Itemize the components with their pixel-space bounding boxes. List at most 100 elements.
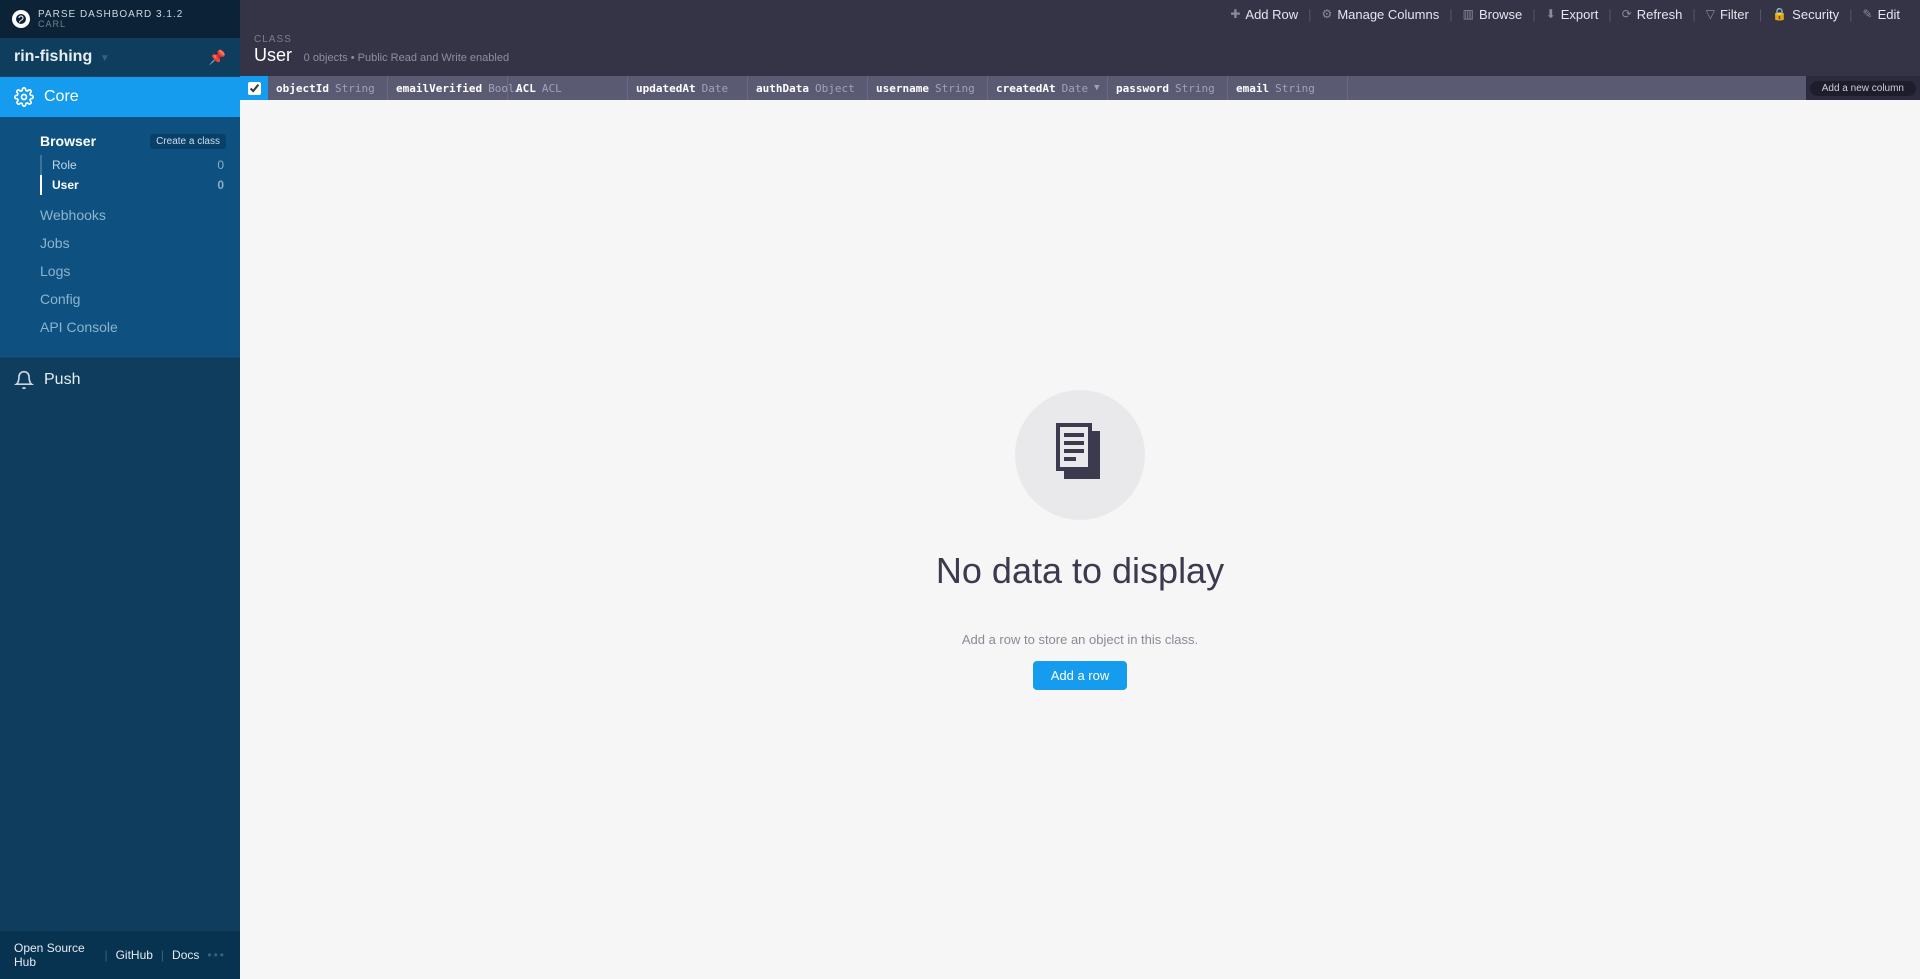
column-name: email [1236, 82, 1269, 95]
column-name: password [1116, 82, 1169, 95]
empty-icon [1015, 390, 1145, 520]
select-all-checkbox[interactable] [240, 76, 268, 100]
column-header-createdAt[interactable]: createdAt Date ▼ [988, 76, 1108, 100]
column-type: String [1275, 82, 1315, 95]
tb-label: Security [1792, 7, 1839, 22]
app-name: rin-fishing [14, 48, 92, 65]
create-class-button[interactable]: Create a class [150, 134, 226, 149]
empty-subtitle: Add a row to store an object in this cla… [962, 632, 1198, 647]
column-name: emailVerified [396, 82, 482, 95]
push-icon [14, 370, 34, 390]
column-header-password[interactable]: password String [1108, 76, 1228, 100]
core-icon [14, 87, 34, 107]
column-header-authData[interactable]: authData Object [748, 76, 868, 100]
tb-label: Browse [1479, 7, 1522, 22]
column-type: Object [815, 82, 855, 95]
export-icon: ⬇ [1546, 7, 1556, 21]
column-type: String [1175, 82, 1215, 95]
browse-icon: ▥ [1463, 7, 1474, 21]
column-type: String [335, 82, 375, 95]
tb-label: Edit [1878, 7, 1900, 22]
footer-more-icon[interactable]: ••• [207, 948, 226, 962]
manage-columns-button[interactable]: ⚙ Manage Columns [1312, 7, 1450, 22]
class-label: CLASS [254, 34, 1906, 45]
filter-button[interactable]: ▽ Filter [1696, 7, 1759, 22]
tb-label: Export [1561, 7, 1599, 22]
sidebar: PARSE DASHBOARD 3.1.2 CARL rin-fishing ▼… [0, 0, 240, 979]
footer-docs-link[interactable]: Docs [172, 948, 199, 962]
column-header-ACL[interactable]: ACL ACL [508, 76, 628, 100]
gear-icon: ⚙ [1322, 7, 1333, 21]
nav-api-console[interactable]: API Console [0, 313, 240, 341]
column-type: Date [702, 82, 729, 95]
column-name: createdAt [996, 82, 1056, 95]
main: ✚Add Row | ⚙Manage Columns | ▥Browse | ⬇… [240, 0, 1920, 979]
brand: PARSE DASHBOARD 3.1.2 CARL [0, 0, 240, 38]
class-item-name: User [52, 178, 79, 192]
edit-button[interactable]: ✎ Edit [1853, 7, 1910, 22]
sort-desc-icon: ▼ [1094, 83, 1099, 93]
subnav-browser: Browser Create a class Role 0 User 0 Web… [0, 117, 240, 357]
lock-icon: 🔒 [1772, 7, 1787, 21]
column-header-email[interactable]: email String [1228, 76, 1348, 100]
class-list: Role 0 User 0 [0, 155, 240, 195]
column-name: username [876, 82, 929, 95]
column-name: authData [756, 82, 809, 95]
column-type: ACL [542, 82, 562, 95]
nav-push[interactable]: Push [0, 357, 240, 402]
nav-jobs[interactable]: Jobs [0, 229, 240, 257]
column-type: Date [1062, 82, 1089, 95]
parse-logo-icon [12, 10, 30, 28]
nav-webhooks[interactable]: Webhooks [0, 201, 240, 229]
tb-label: Manage Columns [1337, 7, 1439, 22]
empty-state: No data to display Add a row to store an… [240, 100, 1920, 979]
nav-push-label: Push [44, 371, 80, 389]
browser-title: Browser [40, 133, 96, 149]
column-name: updatedAt [636, 82, 696, 95]
nav-config[interactable]: Config [0, 285, 240, 313]
footer-github-link[interactable]: GitHub [116, 948, 153, 962]
tb-label: Add Row [1245, 7, 1298, 22]
class-item-name: Role [52, 158, 77, 172]
refresh-button[interactable]: ⟳ Refresh [1612, 7, 1693, 22]
brand-title: PARSE DASHBOARD 3.1.2 [38, 9, 183, 20]
footer-opensource-link[interactable]: Open Source Hub [14, 941, 96, 969]
filter-icon: ▽ [1706, 7, 1715, 21]
pin-icon[interactable]: 📌 [209, 49, 226, 66]
class-title: User [254, 45, 292, 66]
column-header-objectId[interactable]: objectId String [268, 76, 388, 100]
export-button[interactable]: ⬇ Export [1536, 7, 1609, 22]
class-item-count: 0 [217, 158, 224, 172]
add-column-area: Add a new column [1806, 76, 1920, 100]
tb-label: Refresh [1637, 7, 1683, 22]
plus-icon: ✚ [1230, 7, 1240, 21]
app-switcher[interactable]: rin-fishing ▼ 📌 [0, 38, 240, 77]
column-type: String [935, 82, 975, 95]
add-row-empty-button[interactable]: Add a row [1033, 661, 1128, 690]
brand-subtitle: CARL [38, 20, 183, 30]
class-header: CLASS User 0 objects • Public Read and W… [240, 28, 1920, 76]
column-header-emailVerified[interactable]: emailVerifiedBool… [388, 76, 508, 100]
nav-logs[interactable]: Logs [0, 257, 240, 285]
edit-icon: ✎ [1863, 7, 1873, 21]
tb-label: Filter [1720, 7, 1749, 22]
column-headers: objectId String emailVerifiedBool… ACL ACL up… [240, 76, 1920, 100]
sidebar-footer: Open Source Hub | GitHub | Docs ••• [0, 931, 240, 979]
column-name: objectId [276, 82, 329, 95]
column-name: ACL [516, 82, 536, 95]
browse-button[interactable]: ▥ Browse [1453, 7, 1533, 22]
nav-core-label: Core [44, 88, 79, 106]
add-row-button[interactable]: ✚ Add Row [1220, 7, 1308, 22]
class-meta: 0 objects • Public Read and Write enable… [304, 52, 509, 64]
add-column-button[interactable]: Add a new column [1810, 81, 1916, 96]
security-button[interactable]: 🔒 Security [1762, 7, 1849, 22]
toolbar: ✚Add Row | ⚙Manage Columns | ▥Browse | ⬇… [240, 0, 1920, 100]
column-header-updatedAt[interactable]: updatedAt Date [628, 76, 748, 100]
class-item-role[interactable]: Role 0 [40, 155, 240, 175]
chevron-down-icon: ▼ [100, 53, 110, 64]
refresh-icon: ⟳ [1622, 7, 1632, 21]
nav-core[interactable]: Core [0, 77, 240, 117]
column-header-username[interactable]: username String [868, 76, 988, 100]
class-item-user[interactable]: User 0 [40, 175, 240, 195]
class-item-count: 0 [217, 178, 224, 192]
